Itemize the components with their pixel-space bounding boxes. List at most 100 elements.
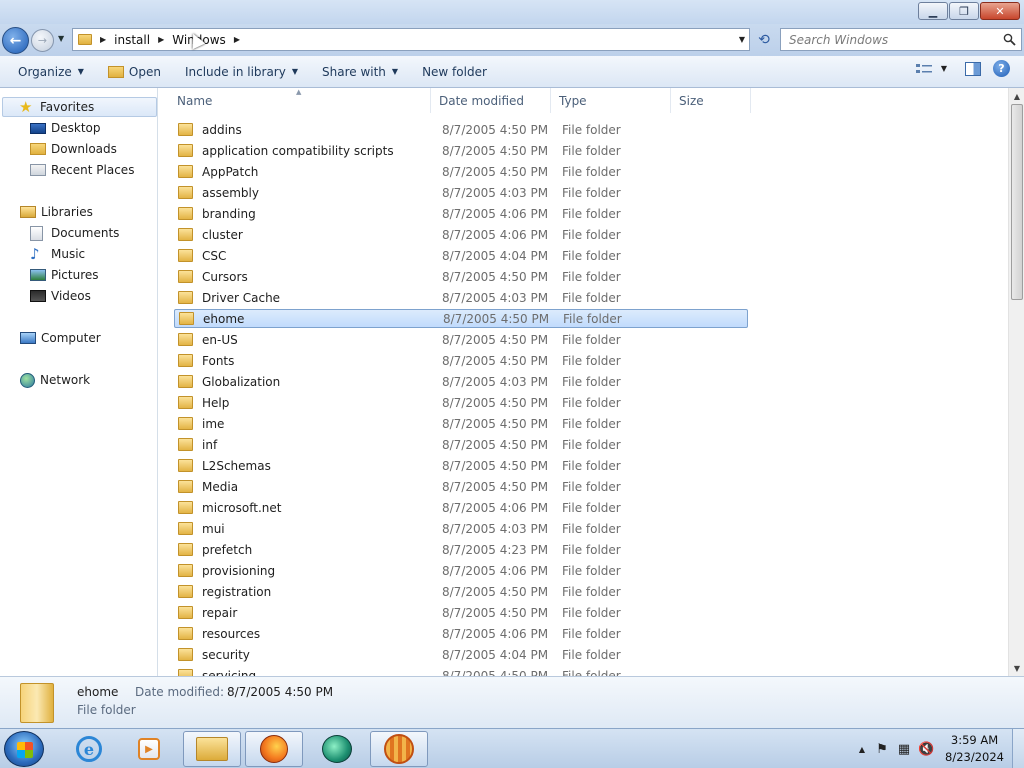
search-icon[interactable] [1003,33,1016,46]
table-row[interactable]: ehome 8/7/2005 4:50 PM File folder [174,309,748,328]
table-row[interactable]: security 8/7/2005 4:04 PM File folder [174,645,748,664]
table-row[interactable]: branding 8/7/2005 4:06 PM File folder [174,204,748,223]
folder-icon [178,585,193,598]
table-row[interactable]: Globalization 8/7/2005 4:03 PM File folder [174,372,748,391]
taskbar-firefox[interactable] [245,731,303,767]
address-bar[interactable]: ▶ install ▶ Windows ▶ ▼ [72,28,750,51]
start-button[interactable] [4,731,44,767]
breadcrumb-chevron-icon[interactable]: ▶ [158,35,164,44]
search-box[interactable] [780,28,1022,51]
nav-libraries[interactable]: Libraries [20,202,93,222]
table-row[interactable]: servicing 8/7/2005 4:50 PM File folder [174,666,748,676]
scroll-up-icon[interactable]: ▲ [1009,88,1024,104]
help-icon[interactable]: ? [993,60,1010,77]
table-row[interactable]: Help 8/7/2005 4:50 PM File folder [174,393,748,412]
nav-music[interactable]: ♪ Music [30,244,85,264]
table-row[interactable]: Cursors 8/7/2005 4:50 PM File folder [174,267,748,286]
file-type: File folder [562,647,621,662]
nav-desktop[interactable]: Desktop [30,118,101,138]
table-row[interactable]: L2Schemas 8/7/2005 4:50 PM File folder [174,456,748,475]
breadcrumb-chevron-icon[interactable]: ▶ [100,35,106,44]
folder-icon [178,123,193,136]
scroll-thumb[interactable] [1011,104,1023,300]
table-row[interactable]: repair 8/7/2005 4:50 PM File folder [174,603,748,622]
file-date: 8/7/2005 4:50 PM [442,353,549,368]
table-row[interactable]: registration 8/7/2005 4:50 PM File folder [174,582,748,601]
network-status-icon[interactable]: ▦ [897,742,911,757]
table-row[interactable]: Media 8/7/2005 4:50 PM File folder [174,477,748,496]
table-row[interactable]: provisioning 8/7/2005 4:06 PM File folder [174,561,748,580]
nav-favorites[interactable]: ★ Favorites [2,97,157,117]
table-row[interactable]: AppPatch 8/7/2005 4:50 PM File folder [174,162,748,181]
refresh-button[interactable]: ⟲ [752,30,776,50]
taskbar-vlc[interactable] [370,731,428,767]
column-header-type[interactable]: Type [551,88,671,113]
folder-icon [178,501,193,514]
nav-recent-places[interactable]: Recent Places [30,160,134,180]
minimize-button[interactable]: ▁ [918,2,948,20]
table-row[interactable]: addins 8/7/2005 4:50 PM File folder [174,120,748,139]
table-row[interactable]: application compatibility scripts 8/7/200… [174,141,748,160]
show-desktop-button[interactable] [1012,729,1024,768]
nav-network[interactable]: Network [20,370,90,390]
folder-icon [178,396,193,409]
maximize-button[interactable]: ❐ [949,2,979,20]
new-folder-button[interactable]: New folder [416,60,493,84]
file-date: 8/7/2005 4:50 PM [442,584,549,599]
table-row[interactable]: prefetch 8/7/2005 4:23 PM File folder [174,540,748,559]
breadcrumb-chevron-icon[interactable]: ▶ [234,35,240,44]
share-with-button[interactable]: Share with ▼ [316,60,404,84]
dropdown-arrow-icon: ▼ [77,67,84,76]
action-center-flag-icon[interactable]: ⚑ [875,742,889,757]
column-header-size[interactable]: Size [671,88,751,113]
taskbar-globe-app[interactable] [308,731,366,767]
nav-label: Recent Places [51,163,135,177]
dropdown-arrow-icon: ▼ [391,67,399,76]
clock[interactable]: 3:59 AM 8/23/2024 [945,732,1004,766]
include-in-library-button[interactable]: Include in library ▼ [179,60,304,84]
taskbar-windows-explorer[interactable] [183,731,241,767]
file-date: 8/7/2005 4:50 PM [442,122,549,137]
file-name: provisioning [202,563,276,578]
table-row[interactable]: inf 8/7/2005 4:50 PM File folder [174,435,748,454]
address-dropdown-icon[interactable]: ▼ [739,35,745,44]
nav-videos[interactable]: Videos [30,286,91,306]
table-row[interactable]: en-US 8/7/2005 4:50 PM File folder [174,330,748,349]
nav-downloads[interactable]: Downloads [30,139,117,159]
breadcrumb-install[interactable]: install [114,33,150,47]
preview-pane-icon[interactable] [965,61,981,76]
table-row[interactable]: cluster 8/7/2005 4:06 PM File folder [174,225,748,244]
table-row[interactable]: Driver Cache 8/7/2005 4:03 PM File folder [174,288,748,307]
table-row[interactable]: Fonts 8/7/2005 4:50 PM File folder [174,351,748,370]
forward-button[interactable]: → [31,29,54,52]
nav-pictures[interactable]: Pictures [30,265,99,285]
file-type: File folder [562,227,621,242]
recent-pages-button[interactable]: ▼ [58,34,64,43]
taskbar-media-player[interactable]: ▶ [120,731,178,767]
table-row[interactable]: assembly 8/7/2005 4:03 PM File folder [174,183,748,202]
table-row[interactable]: ime 8/7/2005 4:50 PM File folder [174,414,748,433]
scroll-down-icon[interactable]: ▼ [1009,660,1024,676]
table-row[interactable]: CSC 8/7/2005 4:04 PM File folder [174,246,748,265]
column-header-name[interactable]: Name ▲ [159,88,431,113]
show-hidden-icons-icon[interactable]: ▲ [859,745,865,754]
nav-computer[interactable]: Computer [20,328,101,348]
table-row[interactable]: microsoft.net 8/7/2005 4:06 PM File folder [174,498,748,517]
folder-icon [179,312,194,325]
open-button[interactable]: Open [102,60,167,84]
close-button[interactable]: ✕ [980,2,1020,20]
change-view-icon[interactable] [915,62,933,76]
vertical-scrollbar[interactable]: ▲ ▼ [1008,88,1024,676]
file-name: Globalization [202,374,281,389]
table-row[interactable]: mui 8/7/2005 4:03 PM File folder [174,519,748,538]
nav-documents[interactable]: Documents [30,223,119,243]
taskbar-internet-explorer[interactable]: e [60,731,118,767]
volume-muted-icon[interactable]: 🔇 [918,742,934,757]
more-options-arrow-icon[interactable]: ▼ [941,64,947,73]
column-header-date-modified[interactable]: Date modified [431,88,551,113]
file-date: 8/7/2005 4:06 PM [442,227,549,242]
table-row[interactable]: resources 8/7/2005 4:06 PM File folder [174,624,748,643]
organize-button[interactable]: Organize ▼ [12,60,90,84]
back-button[interactable]: ← [2,27,29,54]
search-input[interactable] [789,32,999,47]
